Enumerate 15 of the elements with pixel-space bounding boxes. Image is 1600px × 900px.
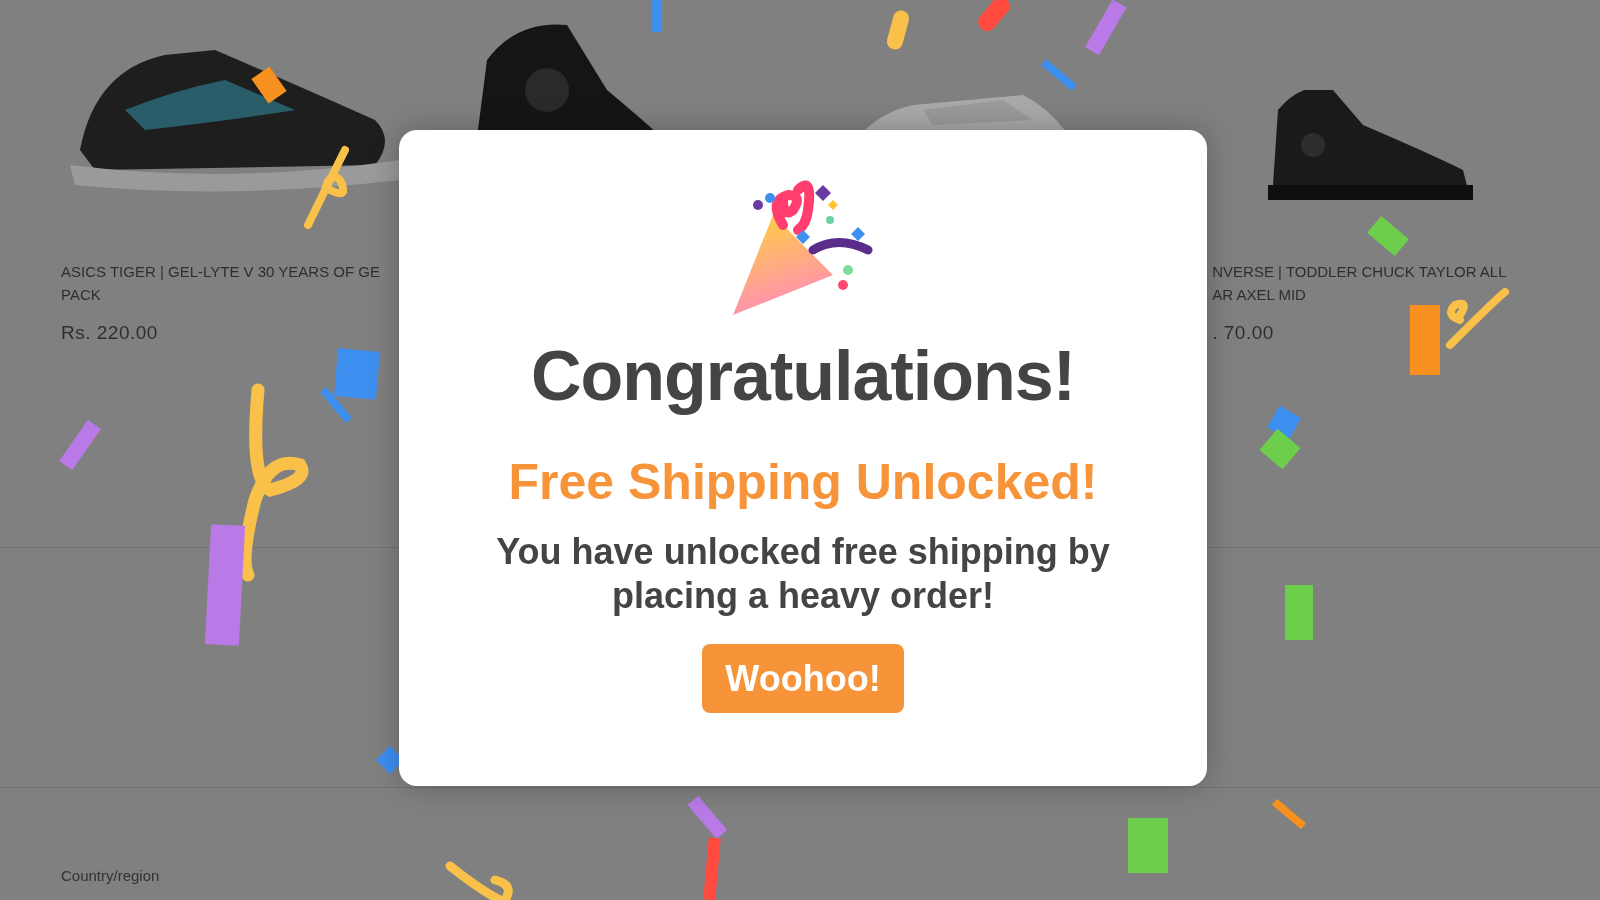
confetti-piece: [1446, 288, 1509, 349]
dialog-subtitle: Free Shipping Unlocked!: [508, 453, 1098, 512]
confetti-piece: [1410, 305, 1440, 375]
product-title[interactable]: ASICS TIGER | GEL-LYTE V 30 YEARS OF GE PACK: [61, 260, 380, 306]
product-price: Rs. 220.00: [61, 321, 158, 345]
product-title[interactable]: NVERSE | TODDLER CHUCK TAYLOR ALL AR AXEL MID: [1212, 260, 1507, 306]
confetti-piece: [445, 861, 513, 900]
product-price: . 70.00: [1212, 321, 1274, 345]
confetti-piece: [652, 0, 662, 32]
dialog-title: Congratulations!: [531, 336, 1075, 416]
confetti-piece: [1285, 585, 1313, 640]
country-region-label: Country/region: [61, 867, 160, 884]
confetti-piece: [1128, 818, 1168, 873]
woohoo-button[interactable]: Woohoo!: [702, 644, 904, 713]
dialog-message: You have unlocked free shipping by placing a heavy order!: [495, 530, 1111, 618]
